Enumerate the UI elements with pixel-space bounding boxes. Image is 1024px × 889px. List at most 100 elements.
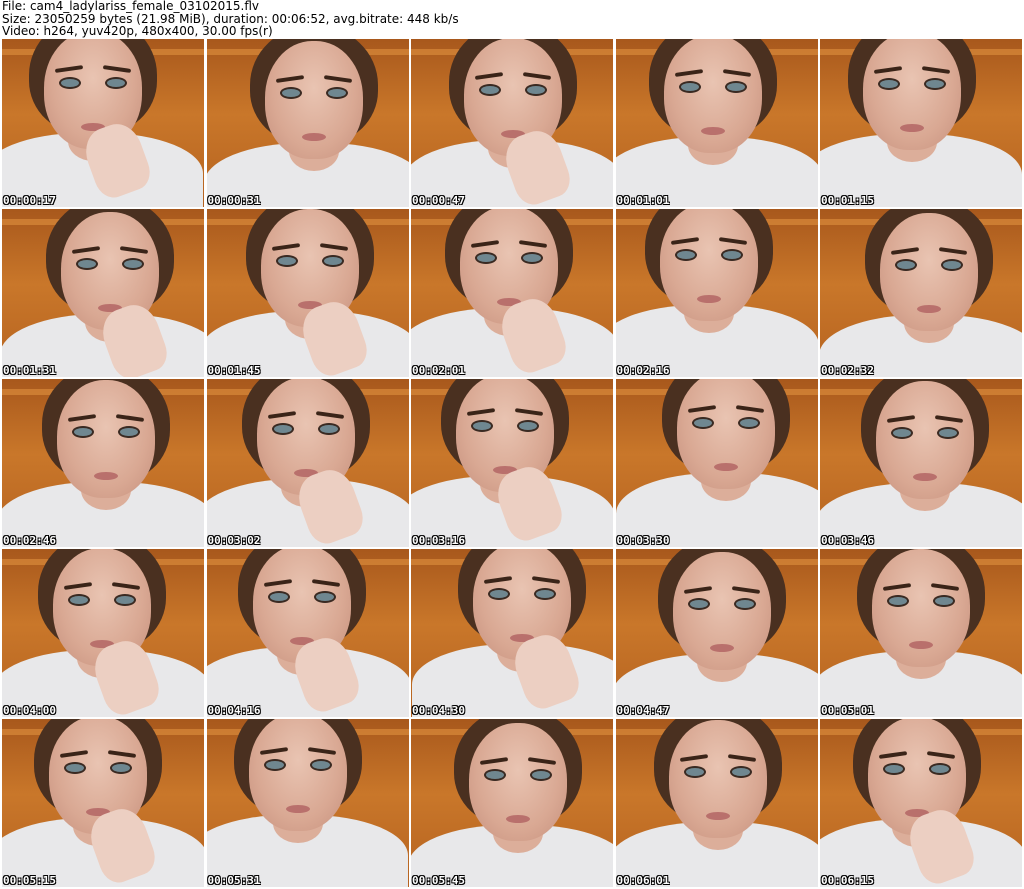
video-info-line: Video: h264, yuv420p, 480x400, 30.00 fps… (2, 24, 273, 38)
left-eye-shape (486, 771, 504, 779)
face-shape (872, 549, 970, 667)
face-shape (880, 213, 978, 331)
video-thumbnail: 00:04:00 (2, 549, 204, 717)
video-thumbnail: 00:04:30 (411, 549, 613, 717)
thumbnail-timestamp: 00:03:30 (616, 534, 670, 547)
face-shape (668, 720, 767, 838)
thumbnail-timestamp: 00:06:15 (821, 874, 874, 887)
left-eye-shape (269, 593, 288, 601)
thumbnail-timestamp: 00:01:01 (616, 194, 670, 207)
left-eye-shape (277, 257, 296, 265)
right-eye-shape (527, 86, 545, 94)
video-thumbnail: 00:01:01 (615, 39, 818, 207)
thumbnail-timestamp: 00:02:46 (3, 534, 56, 547)
video-thumbnail: 00:03:46 (820, 379, 1022, 547)
video-thumbnail: 00:05:01 (820, 549, 1022, 717)
lips-shape (301, 133, 326, 141)
face-shape (863, 39, 961, 150)
thumbnail-timestamp: 00:00:17 (3, 194, 56, 207)
video-thumbnail: 00:01:15 (820, 39, 1022, 207)
video-thumbnail: 00:04:16 (206, 549, 409, 717)
right-eye-shape (519, 422, 537, 430)
face-shape (676, 379, 775, 489)
lips-shape (506, 815, 530, 823)
left-eye-shape (74, 428, 92, 436)
right-eye-shape (536, 590, 554, 598)
right-eye-shape (532, 771, 550, 779)
video-thumbnail: 00:00:47 (411, 39, 613, 207)
video-thumbnail: 00:06:01 (615, 719, 818, 887)
left-eye-shape (680, 83, 699, 91)
right-eye-shape (112, 764, 130, 772)
lips-shape (94, 472, 118, 480)
thumbnail-timestamp: 00:00:31 (207, 194, 261, 207)
video-thumbnail: 00:00:31 (206, 39, 409, 207)
left-eye-shape (477, 254, 495, 262)
right-eye-shape (311, 761, 330, 769)
thumbnail-timestamp: 00:06:01 (616, 874, 670, 887)
left-eye-shape (676, 251, 695, 259)
thumbnail-timestamp: 00:01:15 (821, 194, 874, 207)
thumbnail-timestamp: 00:05:15 (3, 874, 56, 887)
thumbnail-timestamp: 00:05:45 (412, 874, 465, 887)
face-shape (659, 209, 758, 321)
right-eye-shape (327, 89, 346, 97)
video-thumbnail: 00:00:17 (2, 39, 204, 207)
lips-shape (917, 305, 941, 313)
right-eye-shape (943, 261, 961, 269)
left-eye-shape (66, 764, 84, 772)
thumbnail-grid: 00:00:17 00:00:31 00:00:47 00:01:01 00:01:15… (2, 39, 1022, 889)
right-eye-shape (124, 260, 142, 268)
right-eye-shape (935, 597, 953, 605)
thumbnail-timestamp: 00:04:30 (412, 704, 465, 717)
lips-shape (913, 473, 937, 481)
lips-shape (700, 127, 725, 135)
right-eye-shape (315, 593, 334, 601)
left-eye-shape (273, 425, 292, 433)
face-shape (469, 723, 567, 841)
right-eye-shape (523, 254, 541, 262)
face-shape (264, 41, 363, 159)
video-thumbnail: 00:02:01 (411, 209, 613, 377)
right-eye-shape (731, 768, 750, 776)
thumbnail-timestamp: 00:05:31 (207, 874, 261, 887)
video-thumbnail: 00:04:47 (615, 549, 818, 717)
left-eye-shape (61, 79, 79, 87)
right-eye-shape (107, 79, 125, 87)
left-eye-shape (70, 596, 88, 604)
video-thumbnail: 00:06:15 (820, 719, 1022, 887)
thumbnail-timestamp: 00:03:46 (821, 534, 874, 547)
lips-shape (709, 644, 734, 652)
thumbnail-timestamp: 00:02:16 (616, 364, 670, 377)
file-info-header: File: cam4_ladylariss_female_03102015.fl… (2, 0, 1002, 38)
left-eye-shape (481, 86, 499, 94)
thumbnail-timestamp: 00:03:16 (412, 534, 465, 547)
left-eye-shape (265, 761, 284, 769)
video-thumbnail: 00:02:46 (2, 379, 204, 547)
video-thumbnail: 00:03:02 (206, 379, 409, 547)
left-eye-shape (78, 260, 96, 268)
thumbnail-timestamp: 00:04:16 (207, 704, 261, 717)
lips-shape (900, 124, 924, 132)
left-eye-shape (689, 600, 708, 608)
video-thumbnail: 00:03:16 (411, 379, 613, 547)
right-eye-shape (735, 600, 754, 608)
right-eye-shape (739, 419, 758, 427)
right-eye-shape (726, 83, 745, 91)
video-thumbnail: 00:01:45 (206, 209, 409, 377)
left-eye-shape (490, 590, 508, 598)
right-eye-shape (323, 257, 342, 265)
video-thumbnail: 00:02:32 (820, 209, 1022, 377)
right-eye-shape (319, 425, 338, 433)
face-shape (663, 39, 762, 153)
video-thumbnail: 00:05:45 (411, 719, 613, 887)
face-shape (248, 719, 347, 831)
thumbnail-timestamp: 00:02:01 (412, 364, 465, 377)
right-eye-shape (939, 429, 957, 437)
face-shape (672, 552, 771, 670)
right-eye-shape (120, 428, 138, 436)
lips-shape (285, 805, 310, 813)
thumbnail-timestamp: 00:02:32 (821, 364, 874, 377)
left-eye-shape (281, 89, 300, 97)
left-eye-shape (880, 80, 898, 88)
